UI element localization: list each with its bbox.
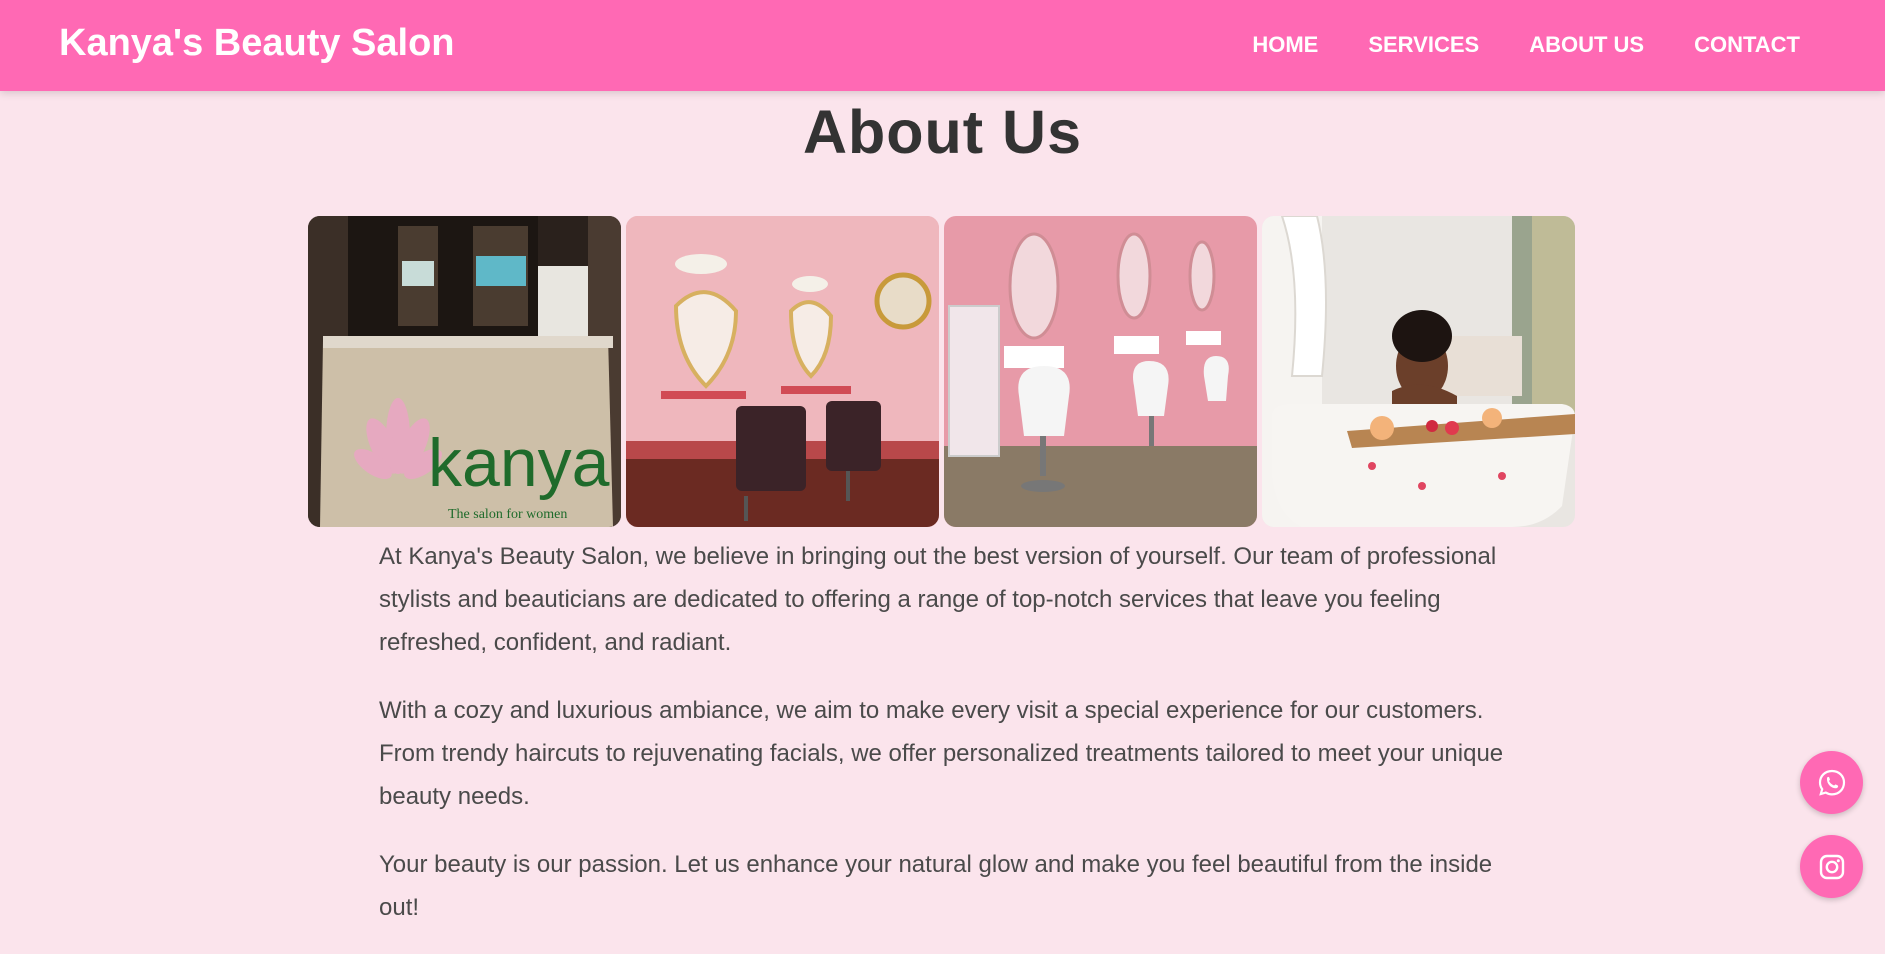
nav-about-link[interactable]: ABOUT US — [1529, 32, 1644, 58]
brand-logo[interactable]: Kanya's Beauty Salon — [59, 22, 455, 65]
kanya-sign-subtext: The salon for women — [448, 507, 567, 522]
salon-chairs-heart-mirrors-photo — [626, 216, 939, 527]
reception-desk-photo: kanya The salon for women — [308, 216, 621, 527]
woman-bathtub-spa-photo — [1262, 216, 1575, 527]
instagram-button[interactable] — [1800, 835, 1863, 898]
whatsapp-icon — [1818, 769, 1845, 796]
about-paragraph-2: With a cozy and luxurious ambiance, we a… — [379, 697, 1504, 810]
whatsapp-button[interactable] — [1800, 751, 1863, 814]
kanya-sign-text: kanya — [428, 425, 610, 501]
about-paragraph-1: At Kanya's Beauty Salon, we believe in b… — [379, 543, 1497, 656]
about-content: At Kanya's Beauty Salon, we believe in b… — [379, 535, 1519, 954]
navbar: Kanya's Beauty Salon HOME SERVICES ABOUT… — [0, 0, 1885, 91]
nav-services-link[interactable]: SERVICES — [1368, 32, 1479, 58]
nav-menu: HOME SERVICES ABOUT US CONTACT — [1202, 32, 1800, 58]
photo-gallery: kanya The salon for women — [308, 216, 1575, 527]
nav-contact-link[interactable]: CONTACT — [1694, 32, 1800, 58]
instagram-icon — [1819, 854, 1844, 879]
page-title: About Us — [802, 98, 1083, 166]
about-paragraph-3: Your beauty is our passion. Let us enhan… — [379, 851, 1493, 921]
nav-home-link[interactable]: HOME — [1252, 32, 1318, 58]
salon-pink-stations-photo — [944, 216, 1257, 527]
